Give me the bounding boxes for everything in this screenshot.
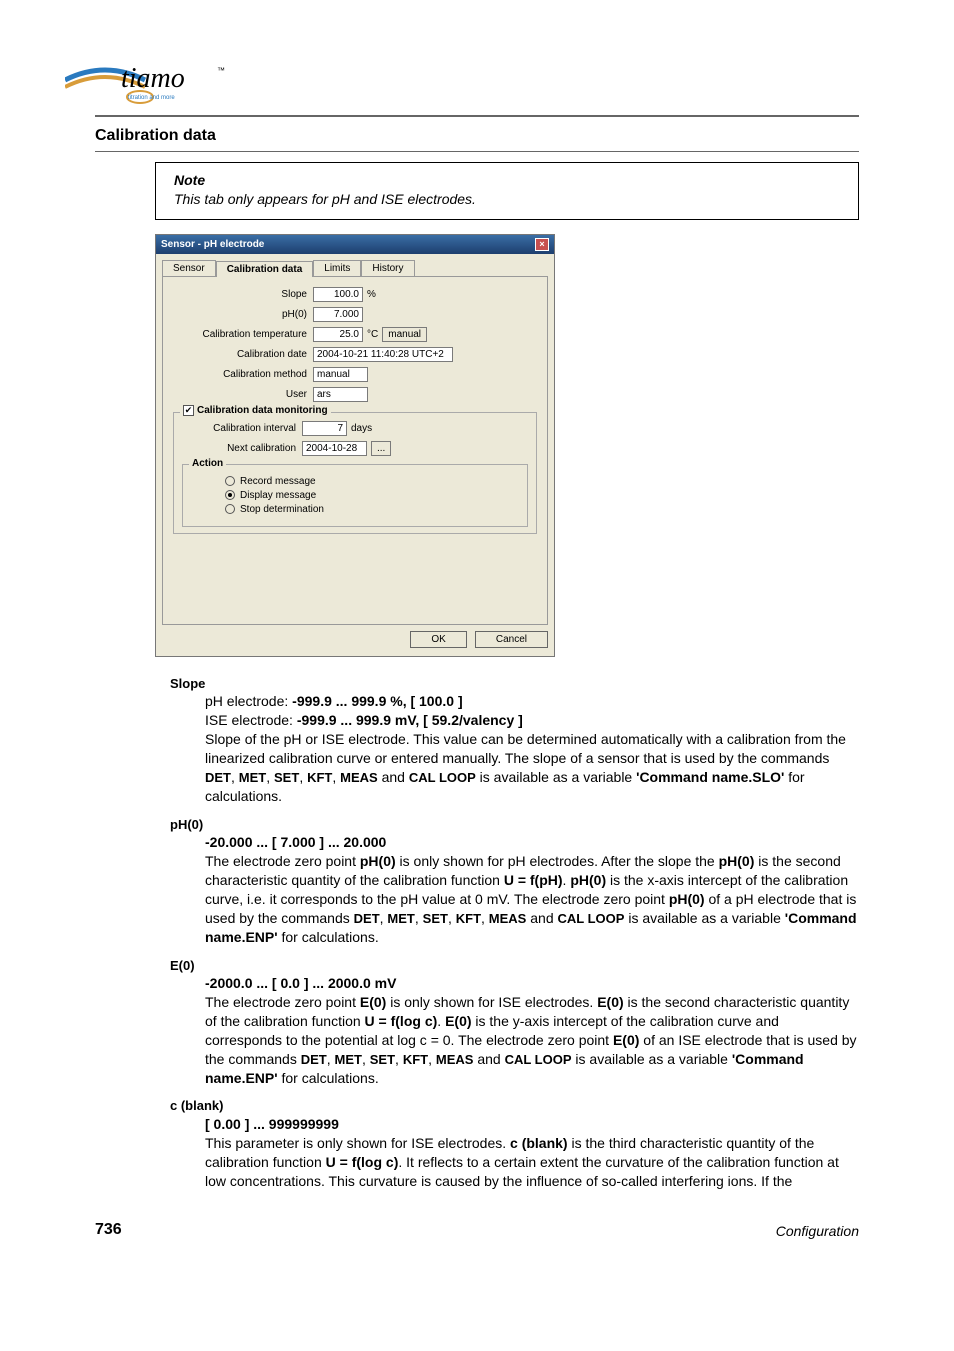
param-ph0-name: pH(0) bbox=[170, 816, 859, 834]
user-label: User bbox=[173, 389, 313, 400]
dialog-title: Sensor - pH electrode bbox=[161, 239, 264, 250]
slope-input[interactable]: 100.0 bbox=[313, 287, 363, 302]
monitoring-group: ✔ Calibration data monitoring Calibratio… bbox=[173, 412, 537, 534]
dialog-titlebar: Sensor - pH electrode × bbox=[156, 235, 554, 254]
slope-unit: % bbox=[367, 289, 376, 300]
sensor-dialog: Sensor - pH electrode × Sensor Calibrati… bbox=[155, 234, 555, 657]
radio-icon bbox=[225, 504, 235, 514]
param-slope-body: pH electrode: -999.9 ... 999.9 %, [ 100.… bbox=[205, 692, 859, 805]
radio-stop-determination[interactable]: Stop determination bbox=[225, 504, 519, 515]
footer-label: Configuration bbox=[776, 1223, 859, 1239]
param-e0-name: E(0) bbox=[170, 957, 859, 975]
ph0-input[interactable]: 7.000 bbox=[313, 307, 363, 322]
caldate-label: Calibration date bbox=[173, 349, 313, 360]
note-box: Note This tab only appears for pH and IS… bbox=[155, 162, 859, 220]
svg-text:tiamo: tiamo bbox=[121, 63, 185, 94]
tab-calibration-data[interactable]: Calibration data bbox=[216, 261, 314, 277]
close-icon[interactable]: × bbox=[535, 238, 549, 251]
caltemp-label: Calibration temperature bbox=[173, 329, 313, 340]
action-group: Action Record message Display message St… bbox=[182, 464, 528, 527]
param-e0-body: -2000.0 ... [ 0.0 ] ... 2000.0 mV The el… bbox=[205, 974, 859, 1087]
nextcal-more-button[interactable]: ... bbox=[371, 441, 391, 456]
brand-logo: tiamo ™ titration and more bbox=[65, 55, 859, 110]
monitoring-checkbox[interactable]: ✔ bbox=[183, 405, 194, 416]
param-ph0-body: -20.000 ... [ 7.000 ] ... 20.000 The ele… bbox=[205, 833, 859, 946]
param-slope-name: Slope bbox=[170, 675, 859, 693]
radio-label: Display message bbox=[240, 490, 316, 501]
parameter-descriptions: Slope pH electrode: -999.9 ... 999.9 %, … bbox=[95, 675, 859, 1191]
radio-icon bbox=[225, 490, 235, 500]
radio-label: Stop determination bbox=[240, 504, 324, 515]
nextcal-input[interactable]: 2004-10-28 bbox=[302, 441, 367, 456]
calmethod-label: Calibration method bbox=[173, 369, 313, 380]
caltemp-input[interactable]: 25.0 bbox=[313, 327, 363, 342]
caldate-input[interactable]: 2004-10-21 11:40:28 UTC+2 bbox=[313, 347, 453, 362]
radio-icon bbox=[225, 476, 235, 486]
svg-text:™: ™ bbox=[217, 66, 225, 75]
nextcal-label: Next calibration bbox=[182, 443, 302, 454]
cancel-button[interactable]: Cancel bbox=[475, 631, 548, 648]
note-text: This tab only appears for pH and ISE ele… bbox=[174, 190, 840, 209]
page-number: 736 bbox=[95, 1221, 122, 1239]
tab-panel: Slope 100.0 % pH(0) 7.000 Calibration te… bbox=[162, 276, 548, 625]
param-cblank-name: c (blank) bbox=[170, 1097, 859, 1115]
calmethod-input[interactable]: manual bbox=[313, 367, 368, 382]
svg-text:titration and more: titration and more bbox=[128, 95, 175, 101]
tab-history[interactable]: History bbox=[361, 260, 414, 276]
tab-limits[interactable]: Limits bbox=[313, 260, 361, 276]
caltemp-unit: °C bbox=[367, 329, 378, 340]
interval-label: Calibration interval bbox=[182, 423, 302, 434]
user-input[interactable]: ars bbox=[313, 387, 368, 402]
interval-unit: days bbox=[351, 423, 372, 434]
ok-button[interactable]: OK bbox=[410, 631, 466, 648]
radio-display-message[interactable]: Display message bbox=[225, 490, 519, 501]
caltemp-mode-button[interactable]: manual bbox=[382, 327, 427, 342]
interval-input[interactable]: 7 bbox=[302, 421, 347, 436]
monitoring-legend: Calibration data monitoring bbox=[197, 405, 328, 416]
param-cblank-body: [ 0.00 ] ... 999999999 This parameter is… bbox=[205, 1115, 859, 1191]
note-title: Note bbox=[174, 171, 840, 190]
slope-label: Slope bbox=[173, 289, 313, 300]
radio-label: Record message bbox=[240, 476, 316, 487]
radio-record-message[interactable]: Record message bbox=[225, 476, 519, 487]
action-legend: Action bbox=[189, 458, 226, 469]
section-heading: Calibration data bbox=[95, 125, 859, 152]
ph0-label: pH(0) bbox=[173, 309, 313, 320]
tab-sensor[interactable]: Sensor bbox=[162, 260, 216, 276]
